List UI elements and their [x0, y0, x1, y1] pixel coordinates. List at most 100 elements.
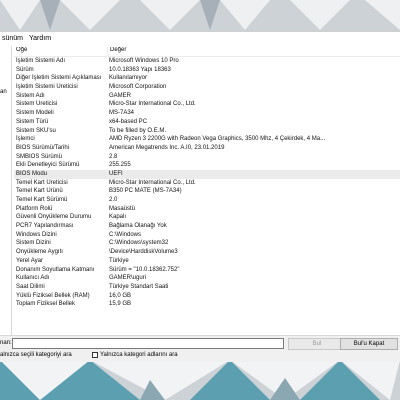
row-item: Sistem Modeli	[16, 110, 54, 117]
row-value: Micro-Star International Co., Ltd.	[109, 101, 196, 108]
menu-view[interactable]: sünüm	[2, 35, 23, 42]
row-value: 15,9 GB	[109, 301, 132, 308]
row-item: Saat Dilimi	[16, 283, 45, 290]
row-item: Yerel Ayar	[16, 257, 44, 264]
table-row[interactable]: Diğer İşletim Sistemi Açıklaması Kullanıl…	[14, 74, 400, 83]
row-value: Sürüm = "10.0.18362.752"	[109, 266, 180, 273]
table-row[interactable]: PCR7 Yapılandırması Bağlama Olanağı Yok	[14, 222, 400, 231]
table-row[interactable]: Yüklü Fiziksel Bellek (RAM) 16,0 GB	[14, 292, 400, 301]
row-item: Sistem Adı	[16, 92, 45, 99]
table-row[interactable]: Temel Kart Sürümü 2.0	[14, 196, 400, 205]
row-value: AMD Ryzen 3 2200G with Radeon Vega Graph…	[109, 136, 326, 143]
row-value: Türkiye Standart Saati	[109, 283, 169, 290]
row-item: Temel Kart Ürünü	[16, 188, 63, 195]
tree-item-summary[interactable]: an	[0, 89, 7, 95]
row-item: Sürüm	[16, 66, 34, 73]
row-value: To be filled by O.E.M.	[109, 127, 167, 134]
table-row[interactable]: Platform Rolü Masaüstü	[14, 205, 400, 214]
row-value: 16,0 GB	[109, 292, 132, 299]
close-find-button[interactable]: Bul'u Kapat	[340, 338, 398, 350]
menu-bar: sünüm Yardım	[0, 32, 400, 45]
table-row[interactable]: Sistem Üreticisi Micro-Star International…	[14, 100, 400, 109]
table-row[interactable]: Sistem Modeli MS-7A34	[14, 109, 400, 118]
row-value: Microsoft Corporation	[109, 84, 167, 91]
row-value: 255.255	[109, 162, 131, 169]
row-item: Ekli Denetleyici Sürümü	[16, 162, 80, 169]
find-button[interactable]: Bul	[288, 338, 346, 350]
table-row[interactable]: Kullanıcı Adı GAMER\uguri	[14, 274, 400, 283]
column-header-item[interactable]: Öğe	[14, 47, 107, 56]
row-value: Microsoft Windows 10 Pro	[109, 58, 179, 64]
row-value: C:\Windows	[109, 231, 142, 238]
row-value: C:\Windows\system32	[109, 240, 169, 247]
table-row[interactable]: Ekli Denetleyici Sürümü 255.255	[14, 161, 400, 170]
category-names-only-option[interactable]: Yalnızca kategori adlarını ara	[92, 352, 178, 358]
table-row[interactable]: İşlemci AMD Ryzen 3 2200G with Radeon Veg…	[14, 135, 400, 144]
table-row[interactable]: Toplam Fiziksel Bellek 15,9 GB	[14, 300, 400, 309]
row-item: Temel Kart Sürümü	[16, 197, 68, 203]
table-row[interactable]: Saat Dilimi Türkiye Standart Saati	[14, 283, 400, 292]
table-row[interactable]: Sistem Dizini C:\Windows\system32	[14, 239, 400, 248]
row-item: Temel Kart Üreticisi	[16, 179, 68, 186]
row-item: Sistem Üreticisi	[16, 101, 58, 108]
selected-category-only-label: alnızca seçili kategoriyi ara	[0, 352, 72, 358]
row-value: UEFI	[109, 170, 123, 177]
table-row[interactable]: Donanım Soyutlama Katmanı Sürüm = "10.0.1…	[14, 266, 400, 275]
table-row[interactable]: Sistem Adı GAMER	[14, 92, 400, 101]
row-value: 2.8	[109, 153, 118, 160]
row-value: x64-based PC	[109, 118, 148, 125]
row-value: Kullanılamıyor	[109, 75, 148, 82]
row-value: 2.0	[109, 197, 118, 203]
row-value: American Megatrends Inc. A.I0, 23.01.201…	[109, 144, 225, 151]
table-row[interactable]: BIOS Modu UEFI	[14, 169, 400, 179]
table-row[interactable]: İşletim Sistemi Üreticisi Microsoft Corpo…	[14, 83, 400, 92]
row-item: Güvenli Önyükleme Durumu	[16, 214, 92, 221]
row-item: İşletim Sistemi Adı	[16, 58, 66, 64]
table-row[interactable]: Temel Kart Üreticisi Micro-Star Internati…	[14, 179, 400, 188]
row-value: \Device\HarddiskVolume3	[109, 249, 178, 256]
table-row[interactable]: Temel Kart Ürünü B350 PC MATE (MS-7A34)	[14, 187, 400, 196]
selected-category-only-option[interactable]: alnızca seçili kategoriyi ara	[0, 352, 72, 358]
row-item: Windows Dizini	[16, 231, 57, 238]
row-value: Bağlama Olanağı Yok	[109, 223, 167, 230]
table-row[interactable]: Sürüm 10.0.18363 Yapı 18363	[14, 66, 400, 75]
search-bar: nan: Bul Bul'u Kapat alnızca seçili kate…	[0, 335, 400, 362]
category-names-only-label: Yalnızca kategori adlarını ara	[100, 352, 178, 358]
table-row[interactable]: İşletim Sistemi Adı Microsoft Windows 10 …	[14, 57, 400, 66]
row-value: 10.0.18363 Yapı 18363	[109, 66, 171, 73]
row-item: BIOS Modu	[16, 170, 48, 177]
category-names-only-checkbox[interactable]	[92, 352, 98, 358]
find-input[interactable]	[12, 338, 284, 349]
column-header-value[interactable]: Değer	[107, 47, 400, 56]
table-row[interactable]: Sistem SKU'su To be filled by O.E.M.	[14, 127, 400, 136]
list-header: Öğe Değer	[14, 47, 400, 57]
row-item: Donanım Soyutlama Katmanı	[16, 266, 95, 273]
row-value: B350 PC MATE (MS-7A34)	[109, 188, 182, 195]
row-item: Kullanıcı Adı	[16, 275, 50, 282]
menu-help[interactable]: Yardım	[29, 35, 51, 42]
table-row[interactable]: Güvenli Önyükleme Durumu Kapalı	[14, 213, 400, 222]
details-list[interactable]: Öğe Değer İşletim Sistemi Adı Microsoft W…	[14, 47, 400, 335]
row-item: Önyükleme Aygıtı	[16, 249, 63, 256]
row-value: Kapalı	[109, 214, 127, 221]
row-item: SMBIOS Sürümü	[16, 153, 63, 160]
table-row[interactable]: Sistem Türü x64-based PC	[14, 118, 400, 127]
table-row[interactable]: Yerel Ayar Türkiye	[14, 257, 400, 266]
row-item: Sistem Türü	[16, 118, 49, 125]
row-value: Masaüstü	[109, 205, 136, 212]
table-row[interactable]: Önyükleme Aygıtı \Device\HarddiskVolume3	[14, 248, 400, 257]
table-row[interactable]: BIOS Sürümü/Tarihi American Megatrends In…	[14, 144, 400, 153]
row-value: MS-7A34	[109, 110, 135, 117]
row-item: İşlemci	[16, 136, 35, 143]
find-label: nan:	[0, 340, 12, 346]
table-row[interactable]: SMBIOS Sürümü 2.8	[14, 153, 400, 162]
table-row[interactable]: Windows Dizini C:\Windows	[14, 231, 400, 240]
row-value: GAMER	[109, 92, 132, 99]
category-tree[interactable]: an	[0, 46, 12, 336]
row-item: Yüklü Fiziksel Bellek (RAM)	[16, 292, 90, 299]
list-rows: İşletim Sistemi Adı Microsoft Windows 10 …	[14, 57, 400, 309]
row-value: GAMER\uguri	[109, 275, 147, 282]
row-item: Platform Rolü	[16, 205, 53, 212]
row-value: Türkiye	[109, 257, 129, 264]
row-item: PCR7 Yapılandırması	[16, 223, 74, 230]
